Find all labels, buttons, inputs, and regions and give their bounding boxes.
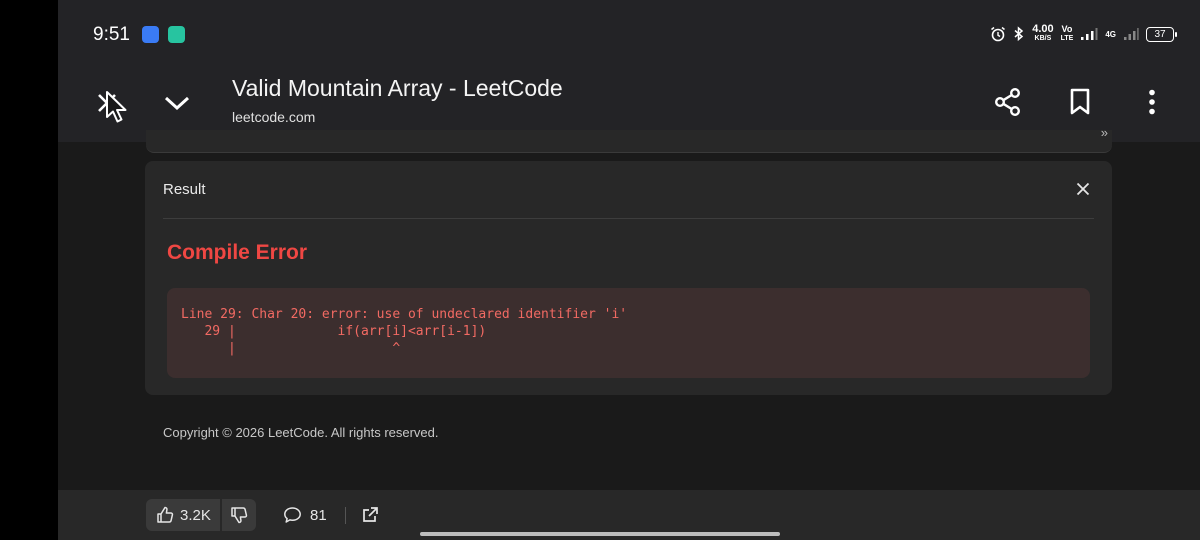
dislike-button[interactable] bbox=[221, 499, 256, 531]
thumbs-down-icon bbox=[231, 507, 248, 524]
comment-count: 81 bbox=[310, 506, 327, 524]
expand-icon[interactable]: » bbox=[1101, 125, 1108, 140]
comments-button[interactable]: 81 bbox=[283, 499, 327, 531]
signal-icon bbox=[1081, 28, 1098, 40]
chevron-down-icon bbox=[164, 96, 190, 111]
status-icons: 4.00 KB/S Vo LTE 4G 37 bbox=[990, 22, 1177, 46]
page-domain: leetcode.com bbox=[232, 109, 316, 125]
bottom-action-bar: 3.2K 81 bbox=[58, 490, 1200, 540]
error-message: Line 29: Char 20: error: use of undeclar… bbox=[181, 306, 627, 357]
app-notification-icon bbox=[142, 26, 159, 43]
battery-icon: 37 bbox=[1146, 26, 1177, 42]
like-count: 3.2K bbox=[180, 506, 211, 524]
bookmark-button[interactable] bbox=[1060, 82, 1100, 122]
more-options-button[interactable] bbox=[1132, 82, 1172, 122]
result-panel-title: Result bbox=[163, 181, 206, 198]
divider bbox=[345, 507, 346, 524]
alarm-icon bbox=[991, 26, 1006, 42]
chat-notification-icon bbox=[168, 26, 185, 43]
clock: 9:51 bbox=[93, 24, 130, 45]
more-vert-icon bbox=[1149, 89, 1155, 115]
error-line: Line 29: Char 20: error: use of undeclar… bbox=[181, 307, 628, 322]
net-speed: 4.00 KB/S bbox=[1032, 23, 1054, 43]
mouse-cursor-icon bbox=[106, 91, 127, 123]
error-line: 29 | if(arr[i]<arr[i-1]) bbox=[181, 324, 487, 339]
share-button[interactable] bbox=[988, 82, 1028, 122]
comment-icon bbox=[284, 507, 301, 523]
thumbs-up-icon bbox=[157, 506, 174, 523]
divider bbox=[163, 218, 1094, 219]
signal-2-icon bbox=[1124, 28, 1139, 40]
error-message-box: Line 29: Char 20: error: use of undeclar… bbox=[167, 288, 1090, 378]
share-icon bbox=[995, 88, 1021, 117]
vote-group: 3.2K bbox=[146, 499, 256, 531]
bluetooth-icon bbox=[1014, 26, 1024, 42]
compile-error-heading: Compile Error bbox=[167, 241, 308, 264]
page-title: Valid Mountain Array - LeetCode bbox=[232, 75, 563, 101]
copyright-text: Copyright © 2026 LeetCode. All rights re… bbox=[163, 425, 439, 440]
open-external-button[interactable] bbox=[360, 505, 380, 525]
external-link-icon bbox=[363, 507, 378, 522]
close-result-button[interactable] bbox=[1074, 180, 1092, 198]
error-line: | ^ bbox=[181, 341, 401, 356]
minimize-button[interactable] bbox=[158, 84, 196, 122]
like-button[interactable]: 3.2K bbox=[146, 499, 220, 531]
home-indicator[interactable] bbox=[420, 532, 780, 536]
web-content: » Result Compile Error Line 29: Char 20:… bbox=[58, 125, 1200, 490]
volte-indicator: Vo LTE bbox=[1060, 24, 1074, 43]
network-type: 4G bbox=[1105, 29, 1116, 39]
phone-screen: 9:51 4.00 KB/S Vo LTE 4G 37 Valid Mountain… bbox=[58, 0, 1200, 540]
status-bar: 9:51 4.00 KB/S Vo LTE 4G 37 bbox=[58, 0, 1200, 66]
result-panel: Result Compile Error Line 29: Char 20: e… bbox=[145, 161, 1112, 395]
close-icon bbox=[1076, 182, 1090, 196]
bookmark-icon bbox=[1070, 88, 1090, 115]
editor-panel-edge: » bbox=[146, 125, 1112, 153]
